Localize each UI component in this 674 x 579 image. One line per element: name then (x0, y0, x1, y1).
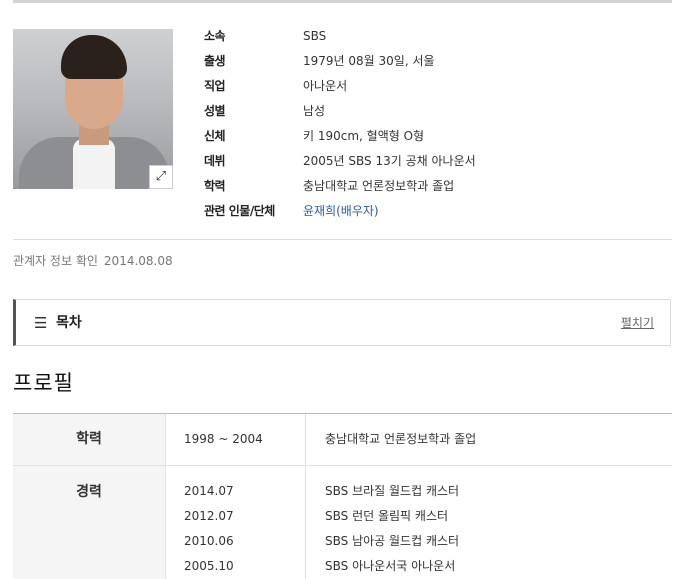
info-row-job: 직업 아나운서 (204, 76, 664, 96)
info-label: 신체 (204, 129, 226, 143)
info-row-education: 학력 충남대학교 언론정보학과 졸업 (204, 176, 664, 196)
confirm-date: 2014.08.08 (103, 254, 173, 268)
divider (13, 239, 672, 240)
expand-icon[interactable]: ⤢ (149, 165, 173, 189)
table-desc: SBS 브라질 월드컵 캐스터 (325, 484, 460, 498)
info-confirmation: 관계자 정보 확인 2014.08.08 (13, 252, 173, 270)
section-title: 프로필 (13, 371, 74, 395)
info-row-related: 관련 인물/단체 윤재희(배우자) (204, 201, 664, 221)
info-row-body: 신체 키 190cm, 혈액형 O형 (204, 126, 664, 146)
info-row-affiliation: 소속 SBS (204, 26, 664, 46)
toc-expand-link[interactable]: 펼치기 (621, 315, 654, 331)
table-year: 2005.10 (184, 559, 234, 573)
info-row-gender: 성별 남성 (204, 101, 664, 121)
info-value: 1979년 08월 30일, 서울 (303, 54, 435, 68)
profile-photo[interactable]: ⤢ (13, 29, 173, 189)
info-value: 키 190cm, 혈액형 O형 (303, 129, 425, 143)
table-year: 2012.07 (184, 509, 234, 523)
info-row-debut: 데뷔 2005년 SBS 13기 공채 아나운서 (204, 151, 664, 171)
career-header: 경력 (76, 484, 102, 500)
info-label: 소속 (204, 29, 226, 43)
info-label: 학력 (204, 179, 226, 193)
info-label: 관련 인물/단체 (204, 204, 275, 218)
table-year: 2010.06 (184, 534, 234, 548)
table-divider (165, 414, 166, 579)
info-value: 아나운서 (303, 79, 348, 93)
table-divider (13, 465, 672, 466)
info-value: 2005년 SBS 13기 공채 아나운서 (303, 154, 476, 168)
table-desc: 충남대학교 언론정보학과 졸업 (325, 432, 477, 446)
info-label: 직업 (204, 79, 226, 93)
table-divider (305, 414, 306, 579)
table-desc: SBS 남아공 월드컵 캐스터 (325, 534, 460, 548)
info-label: 출생 (204, 54, 226, 68)
photo-hair (61, 35, 127, 79)
table-year: 2014.07 (184, 484, 234, 498)
education-header: 학력 (76, 431, 102, 447)
info-row-birth: 출생 1979년 08월 30일, 서울 (204, 51, 664, 71)
info-value: SBS (303, 29, 327, 43)
photo-shirt (73, 139, 115, 189)
info-value: 충남대학교 언론정보학과 졸업 (303, 179, 455, 193)
toc-title: 목차 (56, 315, 82, 331)
table-desc: SBS 아나운서국 아나운서 (325, 559, 456, 573)
info-label: 데뷔 (204, 154, 226, 168)
table-year: 1998 ~ 2004 (184, 432, 263, 446)
related-person-link[interactable]: 윤재희(배우자) (303, 201, 379, 221)
table-desc: SBS 런던 올림픽 캐스터 (325, 509, 449, 523)
top-rule (13, 0, 672, 3)
table-of-contents: ☰ 목차 펼치기 (13, 299, 671, 346)
info-value: 남성 (303, 104, 326, 118)
list-icon: ☰ (34, 314, 48, 332)
info-label: 성별 (204, 104, 226, 118)
confirm-label: 관계자 정보 확인 (13, 254, 98, 268)
